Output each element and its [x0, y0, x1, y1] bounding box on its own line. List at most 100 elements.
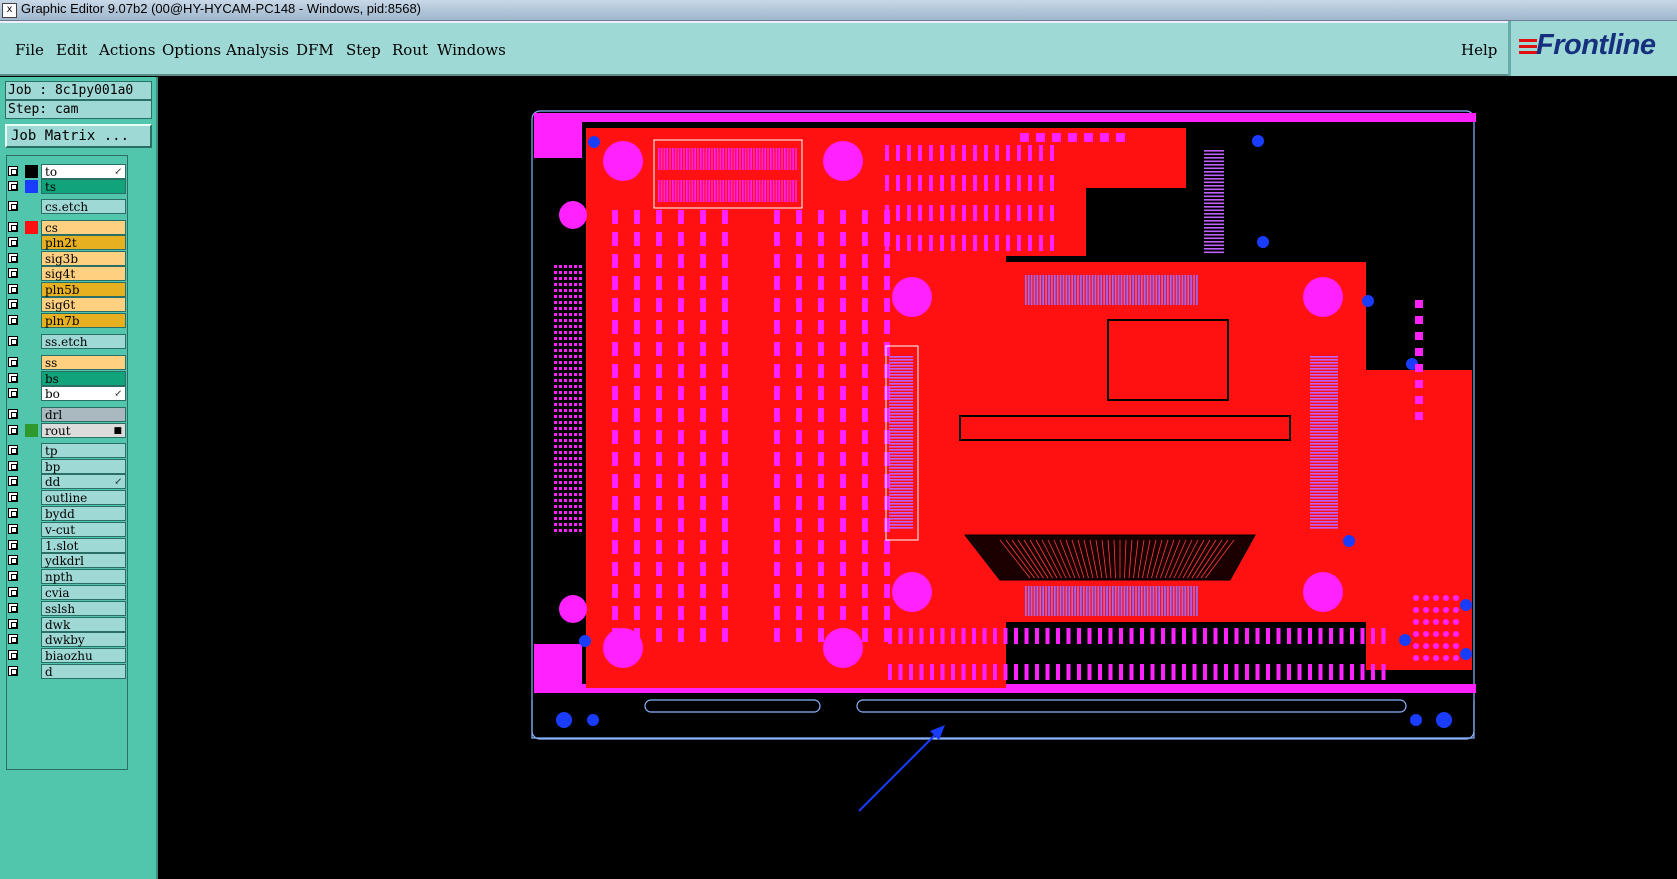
layer-name[interactable]: sig4t	[41, 266, 126, 281]
layer-row-drl[interactable]: drl	[5, 407, 127, 422]
layer-name[interactable]: pln7b	[41, 313, 126, 328]
layer-checkbox[interactable]	[8, 222, 18, 232]
layer-row-bo[interactable]: bo ↙	[5, 386, 127, 401]
layer-row-dwkby[interactable]: dwkby	[5, 632, 127, 647]
layer-name[interactable]: to ↙	[41, 164, 126, 179]
layer-row-1-slot[interactable]: 1.slot	[5, 538, 127, 553]
layer-row-cs[interactable]: cs	[5, 220, 127, 235]
layer-name[interactable]: 1.slot	[41, 538, 126, 553]
layer-checkbox[interactable]	[8, 492, 18, 502]
menu-step[interactable]: Step	[346, 41, 381, 59]
layer-name[interactable]: bydd	[41, 506, 126, 521]
layer-name[interactable]: dwk	[41, 617, 126, 632]
layer-checkbox[interactable]	[8, 508, 18, 518]
layer-name[interactable]: tp	[41, 443, 126, 458]
layer-name[interactable]: bs	[41, 371, 126, 386]
layer-name[interactable]: pln2t	[41, 235, 126, 250]
layer-name[interactable]: ss	[41, 355, 126, 370]
layer-checkbox[interactable]	[8, 603, 18, 613]
layer-checkbox[interactable]	[8, 336, 18, 346]
layer-name[interactable]: rout ■	[41, 423, 126, 438]
layer-checkbox[interactable]	[8, 476, 18, 486]
layer-name[interactable]: outline	[41, 490, 126, 505]
menu-file[interactable]: File	[15, 41, 44, 59]
menu-rout[interactable]: Rout	[392, 41, 428, 59]
layer-checkbox[interactable]	[8, 253, 18, 263]
layer-row-pln2t[interactable]: pln2t	[5, 235, 127, 250]
layer-row-to[interactable]: to ↙	[5, 164, 127, 179]
layer-name[interactable]: bp	[41, 459, 126, 474]
graphic-canvas[interactable]	[158, 77, 1677, 879]
layer-checkbox[interactable]	[8, 201, 18, 211]
layer-row-npth[interactable]: npth	[5, 569, 127, 584]
layer-checkbox[interactable]	[8, 315, 18, 325]
layer-row-d[interactable]: d	[5, 664, 127, 679]
layer-checkbox[interactable]	[8, 237, 18, 247]
layer-row-pln5b[interactable]: pln5b	[5, 282, 127, 297]
menu-options[interactable]: Options	[162, 41, 221, 59]
layer-row-ydkdrl[interactable]: ydkdrl	[5, 553, 127, 568]
layer-row-ss-etch[interactable]: ss.etch	[5, 334, 127, 349]
layer-row-bp[interactable]: bp	[5, 459, 127, 474]
menu-help[interactable]: Help	[1461, 41, 1497, 59]
layer-checkbox[interactable]	[8, 284, 18, 294]
layer-row-outline[interactable]: outline	[5, 490, 127, 505]
layer-checkbox[interactable]	[8, 425, 18, 435]
menu-edit[interactable]: Edit	[56, 41, 87, 59]
layer-name[interactable]: ts	[41, 179, 126, 194]
menu-windows[interactable]: Windows	[437, 41, 506, 59]
layer-row-rout[interactable]: rout ■	[5, 423, 127, 438]
layer-checkbox[interactable]	[8, 388, 18, 398]
layer-name[interactable]: dwkby	[41, 632, 126, 647]
layer-color-swatch[interactable]	[25, 180, 38, 193]
layer-name[interactable]: ss.etch	[41, 334, 126, 349]
layer-name[interactable]: drl	[41, 407, 126, 422]
layer-name[interactable]: sig3b	[41, 251, 126, 266]
layer-name[interactable]: sslsh	[41, 601, 126, 616]
layer-row-dwk[interactable]: dwk	[5, 617, 127, 632]
layer-checkbox[interactable]	[8, 268, 18, 278]
layer-checkbox[interactable]	[8, 555, 18, 565]
layer-checkbox[interactable]	[8, 571, 18, 581]
layer-checkbox[interactable]	[8, 587, 18, 597]
layer-checkbox[interactable]	[8, 445, 18, 455]
layer-name[interactable]: cs.etch	[41, 199, 126, 214]
layer-row-cvia[interactable]: cvia	[5, 585, 127, 600]
menu-dfm[interactable]: DFM	[296, 41, 334, 59]
layer-name[interactable]: d	[41, 664, 126, 679]
layer-name[interactable]: bo ↙	[41, 386, 126, 401]
layer-checkbox[interactable]	[8, 650, 18, 660]
layer-checkbox[interactable]	[8, 357, 18, 367]
layer-name[interactable]: biaozhu	[41, 648, 126, 663]
layer-checkbox[interactable]	[8, 181, 18, 191]
layer-checkbox[interactable]	[8, 461, 18, 471]
layer-checkbox[interactable]	[8, 540, 18, 550]
layer-name[interactable]: dd ↙	[41, 474, 126, 489]
layer-name[interactable]: cs	[41, 220, 126, 235]
layer-checkbox[interactable]	[8, 166, 18, 176]
layer-row-bydd[interactable]: bydd	[5, 506, 127, 521]
layer-checkbox[interactable]	[8, 619, 18, 629]
layer-checkbox[interactable]	[8, 634, 18, 644]
layer-name[interactable]: cvia	[41, 585, 126, 600]
job-matrix-button[interactable]: Job Matrix ...	[5, 124, 152, 148]
layer-row-tp[interactable]: tp	[5, 443, 127, 458]
menu-analysis[interactable]: Analysis	[226, 41, 289, 59]
layer-checkbox[interactable]	[8, 666, 18, 676]
layer-checkbox[interactable]	[8, 409, 18, 419]
menu-actions[interactable]: Actions	[99, 41, 155, 59]
layer-color-swatch[interactable]	[25, 221, 38, 234]
layer-row-sslsh[interactable]: sslsh	[5, 601, 127, 616]
layer-row-v-cut[interactable]: v-cut	[5, 522, 127, 537]
layer-checkbox[interactable]	[8, 524, 18, 534]
layer-row-sig4t[interactable]: sig4t	[5, 266, 127, 281]
layer-name[interactable]: pln5b	[41, 282, 126, 297]
layer-row-ss[interactable]: ss	[5, 355, 127, 370]
layer-row-sig6t[interactable]: sig6t	[5, 297, 127, 312]
layer-name[interactable]: sig6t	[41, 297, 126, 312]
layer-row-bs[interactable]: bs	[5, 371, 127, 386]
layer-checkbox[interactable]	[8, 299, 18, 309]
layer-color-swatch[interactable]	[25, 424, 38, 437]
layer-row-biaozhu[interactable]: biaozhu	[5, 648, 127, 663]
layer-row-pln7b[interactable]: pln7b	[5, 313, 127, 328]
